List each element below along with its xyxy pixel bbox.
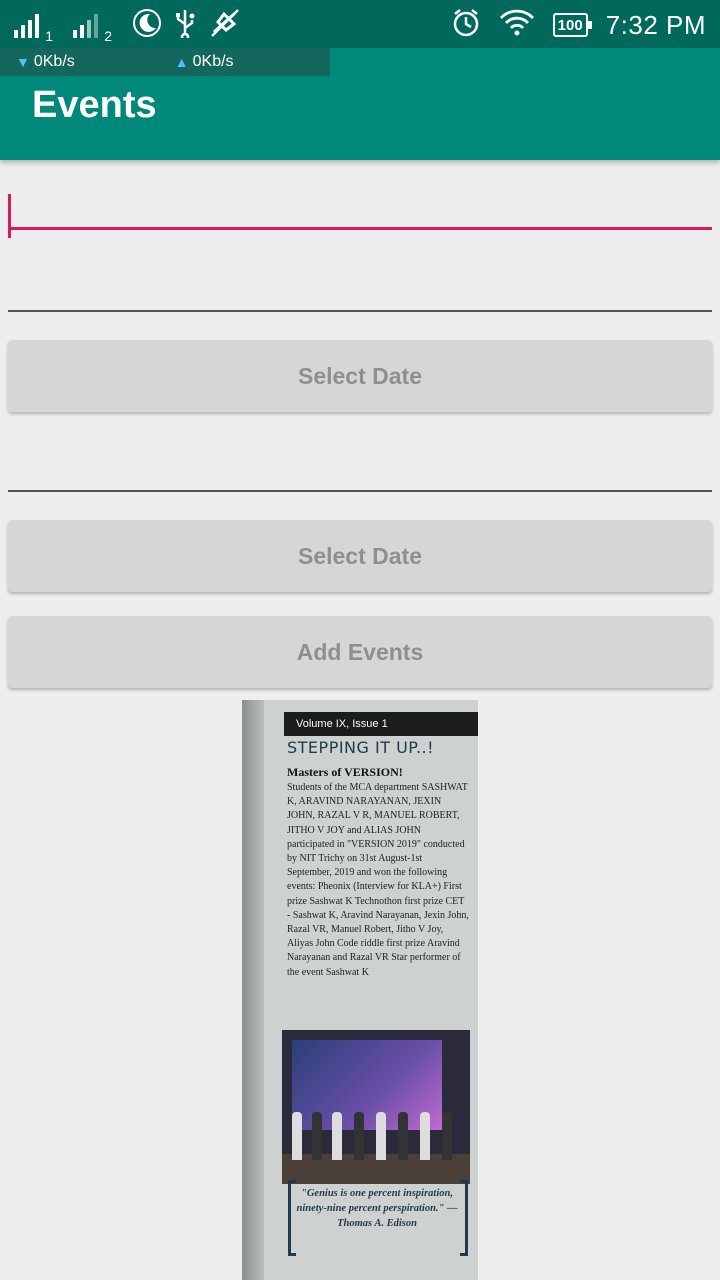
photo-person [376, 1112, 386, 1160]
photo-person [312, 1112, 322, 1160]
photo-person [332, 1112, 342, 1160]
download-speed: ▼ 0Kb/s [16, 53, 75, 71]
moon-icon [132, 8, 162, 43]
text-cursor [8, 194, 11, 238]
battery-icon: 100 [552, 13, 592, 37]
add-events-button[interactable]: Add Events [8, 616, 712, 688]
photo-person [420, 1112, 430, 1160]
photo-person [292, 1112, 302, 1160]
status-left: 1 2 [14, 8, 242, 44]
clock: 7:32 PM [605, 9, 706, 40]
end-date-underline [8, 490, 712, 492]
sim1-label: 1 [45, 28, 53, 44]
status-bar: 1 2 100 7:32 PM [0, 0, 720, 48]
photo-person [398, 1112, 408, 1160]
signal-icon: 2 [73, 12, 112, 44]
poster-heading: Masters of VERSION! [287, 765, 403, 779]
quote-bracket-right [460, 1180, 468, 1256]
upload-arrow-icon: ▲ [174, 54, 189, 70]
status-right: 100 7:32 PM [451, 8, 706, 42]
poster-issue: Volume IX, Issue 1 [284, 712, 478, 736]
download-speed-value: 0Kb/s [33, 53, 75, 70]
end-date-field[interactable] [8, 438, 712, 492]
event-name-underline [8, 227, 712, 230]
upload-speed: ▲ 0Kb/s [175, 53, 234, 71]
photo-person [354, 1112, 364, 1160]
select-end-date-button[interactable]: Select Date [8, 520, 712, 592]
signal-icon: 1 [14, 12, 53, 44]
poster-edge [242, 700, 264, 1280]
poster-title: STEPPING IT UP..! [287, 738, 435, 757]
poster-photo [282, 1030, 470, 1184]
poster-quote: "Genius is one percent inspiration, nine… [296, 1188, 458, 1229]
start-date-underline [8, 310, 712, 312]
page-title: Events [32, 84, 157, 126]
network-speed-bar: ▼ 0Kb/s ▲ 0Kb/s [0, 48, 330, 76]
no-location-icon [208, 8, 242, 43]
event-name-field[interactable] [8, 176, 712, 238]
upload-speed-value: 0Kb/s [192, 53, 234, 70]
wifi-icon [499, 8, 535, 43]
sim2-label: 2 [104, 28, 112, 44]
poster-body: Students of the MCA department SASHWAT K… [287, 782, 469, 978]
download-arrow-icon: ▼ [16, 54, 30, 70]
alarm-icon [451, 8, 481, 43]
event-poster-image: Volume IX, Issue 1 STEPPING IT UP..! Mas… [242, 700, 478, 1280]
battery-level: 100 [557, 16, 583, 34]
usb-icon [172, 8, 198, 43]
select-start-date-button[interactable]: Select Date [8, 340, 712, 412]
photo-person [442, 1112, 452, 1160]
start-date-field[interactable] [8, 258, 712, 312]
